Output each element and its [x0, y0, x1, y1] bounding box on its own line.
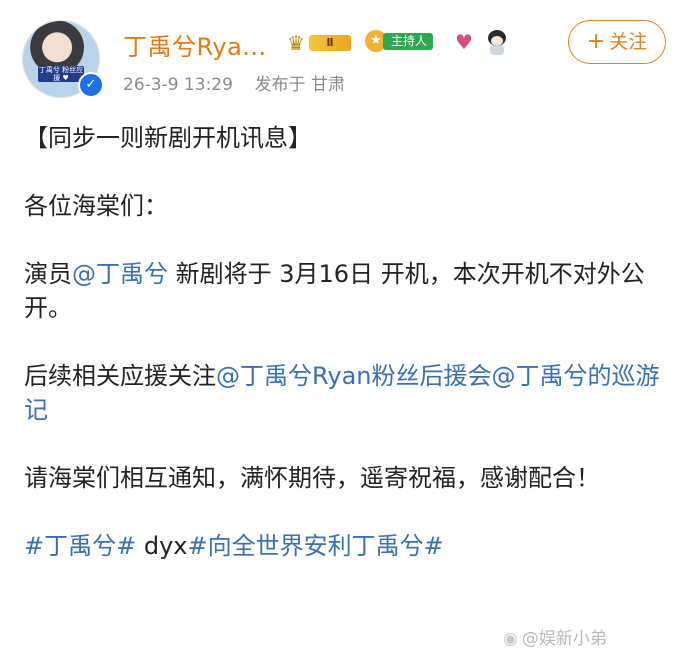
mention-link[interactable]: @丁禹兮 — [72, 260, 168, 288]
author-name[interactable]: 丁禹兮Rya... — [123, 27, 267, 62]
level-label: Ⅱ — [309, 35, 351, 51]
crown-level-badge[interactable]: ♛ Ⅱ — [287, 32, 353, 54]
post-timestamp: 26-3-9 13:29 — [123, 75, 233, 95]
avatar-caption: 丁禹兮 粉丝应援 ♥ — [38, 66, 84, 82]
chibi-face — [491, 36, 503, 46]
post-hashtags: #丁禹兮# dyx#向全世界安利丁禹兮# — [24, 529, 674, 563]
host-badge-label: 主持人 — [383, 33, 434, 50]
follow-label: 关注 — [609, 31, 648, 53]
post-location: 发布于 甘肃 — [254, 75, 345, 95]
crown-icon: ♛ — [287, 31, 305, 55]
watermark: ◉ @娱新小弟 — [503, 624, 607, 649]
weibo-logo-icon: ◉ — [503, 629, 518, 649]
chibi-body — [490, 45, 504, 55]
post-paragraph-1: 演员@丁禹兮 新剧将于 3月16日 开机，本次开机不对外公开。 — [24, 257, 674, 325]
hashtag-link[interactable]: #丁禹兮# — [24, 532, 136, 560]
hashtag-text: dyx — [136, 532, 188, 560]
post-greeting: 各位海棠们： — [24, 192, 168, 220]
plus-icon: + — [586, 29, 606, 54]
post-paragraph-2: 后续相关应援关注@丁禹兮Ryan粉丝后援会@丁禹兮的巡游记 — [24, 359, 674, 427]
post-body: 【同步一则新剧开机讯息】 各位海棠们： 演员@丁禹兮 新剧将于 3月16日 开机… — [24, 121, 674, 563]
p1-prefix: 演员 — [24, 260, 72, 288]
chibi-avatar-badge-icon[interactable] — [484, 28, 510, 56]
follow-button[interactable]: + 关注 — [568, 20, 666, 64]
heart-badge-icon[interactable]: ♥ — [451, 30, 477, 54]
verified-icon: ✓ — [78, 72, 104, 98]
p2-prefix: 后续相关应援关注 — [24, 362, 216, 390]
hashtag-link-2[interactable]: #向全世界安利丁禹兮# — [188, 532, 444, 560]
post-title: 【同步一则新剧开机讯息】 — [24, 124, 312, 152]
mention-link-fanclub[interactable]: @丁禹兮Ryan粉丝后援会 — [216, 362, 491, 390]
post-meta: 26-3-9 13:29 发布于 甘肃 — [123, 70, 345, 95]
watermark-text: @娱新小弟 — [521, 629, 607, 649]
post-paragraph-3: 请海棠们相互通知，满怀期待，遥寄祝福，感谢配合！ — [24, 464, 600, 492]
